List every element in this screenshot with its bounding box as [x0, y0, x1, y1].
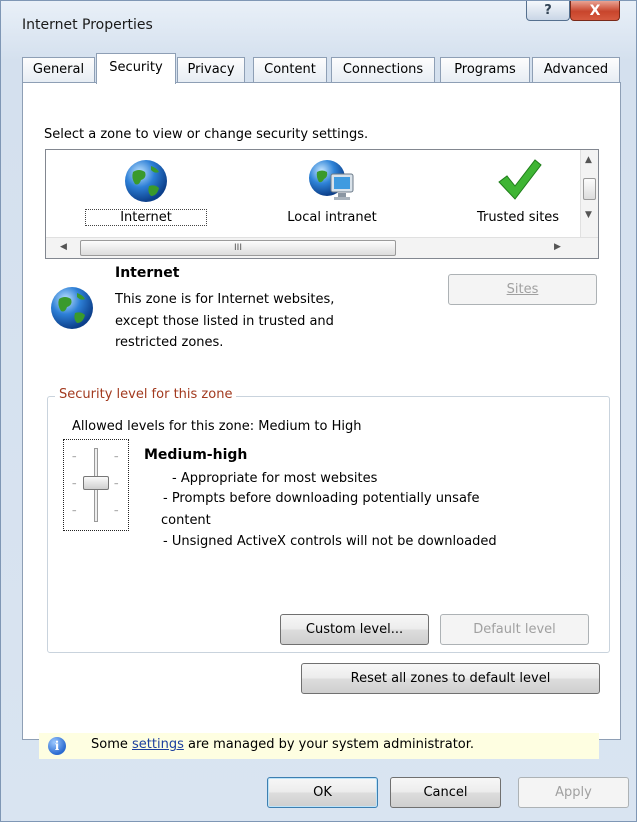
zone-description-line: restricted zones. — [115, 335, 224, 350]
settings-link[interactable]: settings — [132, 737, 184, 752]
zone-label: Trusted sites — [476, 210, 560, 225]
admin-info-text: Some settings are managed by your system… — [91, 737, 475, 752]
help-icon: ? — [544, 3, 552, 18]
tab-advanced[interactable]: Advanced — [532, 57, 620, 83]
help-button[interactable]: ? — [526, 1, 570, 21]
scroll-right-arrow-icon[interactable]: ▶ — [554, 242, 561, 252]
security-level-group-title: Security level for this zone — [55, 387, 237, 402]
scroll-down-arrow-icon[interactable]: ▼ — [585, 210, 592, 220]
default-level-button[interactable]: Default level — [440, 614, 589, 645]
tab-connections[interactable]: Connections — [331, 57, 435, 83]
dialog-window: Internet Properties ? X General Security… — [0, 0, 637, 822]
slider-tick: – — [114, 452, 119, 462]
zone-list: Internet Local intranet Trusted sites ▲ — [45, 149, 599, 259]
security-level-slider[interactable]: – – – – – – — [63, 439, 129, 531]
sites-button[interactable]: Sites — [448, 274, 597, 305]
zone-description-line: This zone is for Internet websites, — [115, 292, 335, 307]
window-title: Internet Properties — [22, 17, 153, 33]
admin-info-bar: i Some settings are managed by your syst… — [39, 733, 599, 759]
horizontal-scroll-thumb[interactable]: III — [80, 240, 396, 256]
zone-trusted-sites[interactable]: Trusted sites — [458, 156, 578, 225]
selected-zone-name: Internet — [115, 265, 180, 281]
zone-list-vertical-scrollbar[interactable]: ▲ ▼ — [580, 150, 598, 238]
tab-content[interactable]: Content — [253, 57, 327, 83]
ok-button[interactable]: OK — [267, 777, 378, 808]
zone-label: Internet — [85, 209, 207, 226]
zone-local-intranet[interactable]: Local intranet — [272, 156, 392, 225]
level-bullet: content — [161, 513, 211, 528]
info-icon: i — [48, 737, 66, 755]
vertical-scroll-thumb[interactable] — [583, 178, 596, 200]
slider-thumb[interactable] — [83, 476, 109, 490]
slider-tick: – — [72, 479, 77, 489]
scroll-up-arrow-icon[interactable]: ▲ — [585, 155, 592, 165]
security-level-name: Medium-high — [144, 447, 248, 463]
zone-internet[interactable]: Internet — [85, 156, 207, 226]
tab-programs[interactable]: Programs — [440, 57, 530, 83]
globe-icon — [51, 287, 93, 329]
zone-list-horizontal-scrollbar[interactable]: ◀ III ▶ — [46, 237, 598, 258]
reset-all-zones-button[interactable]: Reset all zones to default level — [301, 663, 600, 694]
cancel-button[interactable]: Cancel — [390, 777, 501, 808]
close-icon: X — [589, 2, 601, 19]
scroll-left-arrow-icon[interactable]: ◀ — [60, 242, 67, 252]
zone-prompt: Select a zone to view or change security… — [44, 127, 369, 142]
green-checkmark-icon — [498, 159, 542, 200]
close-button[interactable]: X — [570, 1, 620, 21]
slider-tick: – — [114, 479, 119, 489]
apply-button[interactable]: Apply — [518, 777, 629, 808]
level-bullet: - Prompts before downloading potentially… — [163, 491, 480, 506]
intranet-globe-monitor-icon — [309, 160, 354, 200]
allowed-levels-text: Allowed levels for this zone: Medium to … — [72, 419, 362, 434]
slider-tick: – — [72, 506, 77, 516]
tab-general[interactable]: General — [22, 57, 95, 83]
level-bullet: - Unsigned ActiveX controls will not be … — [163, 534, 497, 549]
custom-level-button[interactable]: Custom level... — [280, 614, 429, 645]
tab-privacy[interactable]: Privacy — [177, 57, 245, 83]
globe-icon — [125, 160, 167, 202]
tab-security[interactable]: Security — [96, 53, 176, 84]
zone-label: Local intranet — [287, 210, 377, 225]
level-bullet: - Appropriate for most websites — [172, 471, 378, 486]
slider-tick: – — [114, 506, 119, 516]
slider-tick: – — [72, 452, 77, 462]
zone-description-line: except those listed in trusted and — [115, 314, 334, 329]
